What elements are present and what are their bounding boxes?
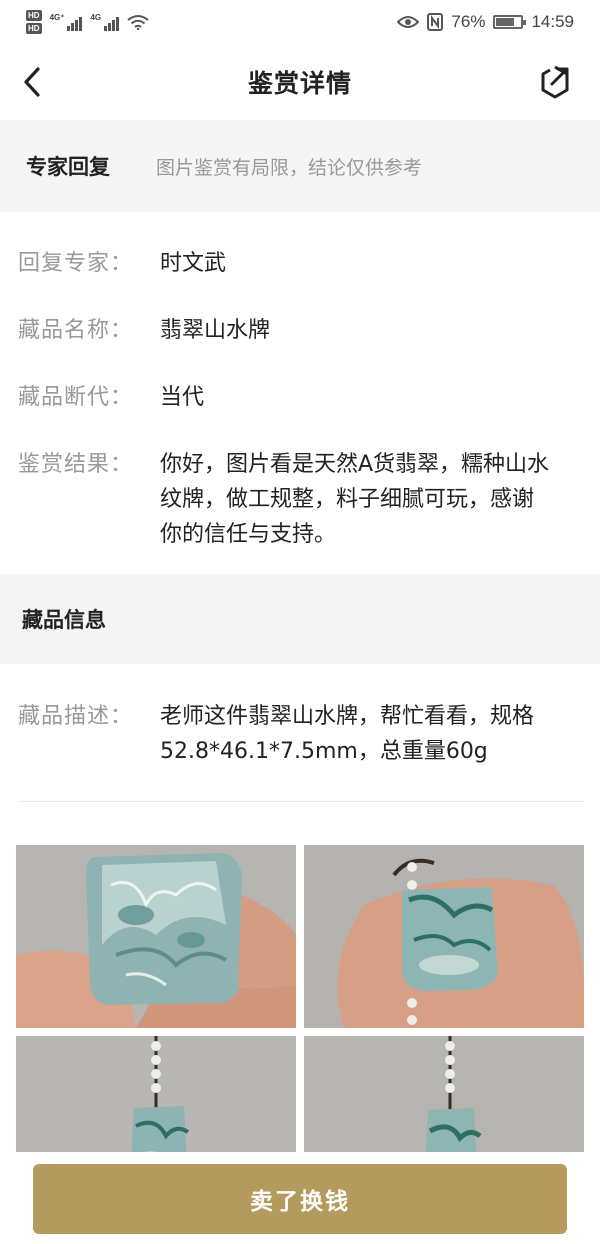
item-info-header: 藏品信息	[0, 574, 600, 664]
page-title: 鉴赏详情	[247, 69, 352, 98]
signal-icon-1: 4G⁺	[50, 13, 83, 31]
status-bar: HD HD 4G⁺ 4G 76% 14:59	[0, 0, 600, 44]
photo-gallery	[16, 845, 584, 1165]
disclaimer-note: 图片鉴赏有局限，结论仅供参考	[156, 156, 423, 179]
detail-label: 藏品断代：	[18, 385, 134, 410]
detail-value: 翡翠山水牌	[160, 318, 271, 343]
description-value: 老师这件翡翠山水牌，帮忙看看，规格52.8*46.1*7.5mm，总重量60g	[160, 704, 535, 764]
divider	[18, 801, 584, 802]
network-type-2: 4G	[90, 13, 102, 22]
bottom-action-bar: 卖了换钱	[0, 1152, 600, 1244]
detail-label: 鉴赏结果：	[18, 452, 134, 477]
detail-label: 回复专家：	[18, 251, 134, 276]
battery-percent: 76%	[451, 12, 486, 31]
battery-icon	[493, 15, 527, 29]
description-row: 藏品描述： 老师这件翡翠山水牌，帮忙看看，规格52.8*46.1*7.5mm，总…	[18, 699, 578, 769]
status-right: 76% 14:59	[397, 12, 574, 32]
battery-fill	[496, 18, 515, 26]
jade-photo-pendant-right[interactable]	[304, 1036, 584, 1165]
detail-row-item-name: 藏品名称： 翡翠山水牌	[18, 313, 578, 348]
status-left: HD HD 4G⁺ 4G	[26, 10, 149, 34]
description-label: 藏品描述：	[18, 704, 134, 729]
signal-icon-2: 4G	[90, 13, 120, 31]
detail-value: 时文武	[160, 251, 227, 276]
hd-badge-1: HD	[26, 10, 42, 21]
network-type-1: 4G⁺	[49, 13, 65, 22]
share-icon[interactable]	[538, 64, 572, 100]
detail-row-dating: 藏品断代： 当代	[18, 380, 578, 415]
detail-value: 你好，图片看是天然A货翡翠，糯种山水纹牌，做工规整，料子细腻可玩，感谢你的信任与…	[160, 452, 550, 547]
jade-photo-closeup[interactable]	[16, 845, 296, 1028]
detail-label: 藏品名称：	[18, 318, 134, 343]
hd-badge-2: HD	[26, 23, 42, 34]
expert-reply-header: 专家回复 图片鉴赏有局限，结论仅供参考	[0, 120, 600, 212]
jade-photo-front[interactable]	[304, 845, 584, 1028]
eye-icon	[397, 16, 420, 28]
clock: 14:59	[531, 12, 574, 31]
nav-bar: 鉴赏详情	[0, 44, 600, 120]
chevron-left-icon[interactable]	[18, 64, 50, 100]
detail-row-result: 鉴赏结果： 你好，图片看是天然A货翡翠，糯种山水纹牌，做工规整，料子细腻可玩，感…	[18, 447, 578, 552]
expert-reply-title: 专家回复	[26, 155, 110, 179]
detail-row-expert: 回复专家： 时文武	[18, 246, 578, 281]
wifi-icon	[127, 15, 149, 30]
detail-value: 当代	[160, 385, 205, 410]
hd-indicators: HD HD	[26, 10, 42, 34]
jade-photo-pendant-left[interactable]	[16, 1036, 296, 1165]
sell-button[interactable]: 卖了换钱	[33, 1164, 567, 1234]
item-info-title: 藏品信息	[22, 608, 106, 632]
nfc-icon	[427, 13, 444, 31]
